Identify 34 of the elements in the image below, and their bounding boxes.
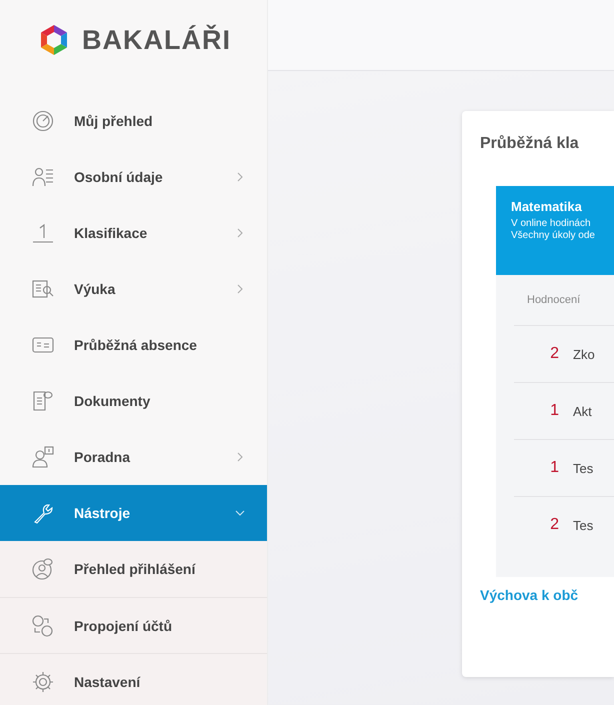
nav-item[interactable]: Poradna [0, 429, 267, 485]
grade-description: Tes [573, 518, 594, 532]
wrench-icon [32, 502, 54, 524]
nav-item[interactable]: Nastavení [0, 653, 267, 705]
book-search-icon [32, 278, 54, 300]
nav-item[interactable]: Nástroje [0, 485, 267, 541]
digit-icon [32, 222, 54, 244]
person-list-icon [32, 166, 54, 188]
card-title: Průběžná kla [480, 135, 580, 153]
nav-item[interactable]: Výuka [0, 261, 267, 317]
nav-item[interactable]: Klasifikace [0, 205, 267, 261]
nav-item[interactable]: Propojení účtů [0, 597, 267, 653]
target-icon [32, 110, 54, 132]
grade: 1 [549, 402, 559, 420]
nav-item[interactable]: Osobní údaje [0, 149, 267, 205]
grade: 1 [549, 459, 559, 477]
grade: 2 [549, 345, 559, 363]
nav-item[interactable]: Můj přehled [0, 93, 267, 149]
document-icon [32, 390, 54, 412]
column-header: Hodnocení [514, 275, 614, 326]
subject-note: V online hodinách [511, 218, 592, 230]
grade: 2 [549, 516, 559, 534]
subject-note: Všechny úkoly ode [511, 230, 596, 242]
nav-item[interactable]: Dokumenty [0, 373, 267, 429]
grade-description: Akt [573, 404, 592, 418]
logo-icon [38, 23, 70, 57]
grade-description: Tes [573, 460, 594, 476]
logo-text: BAKALÁŘI [82, 24, 231, 57]
nav-item[interactable]: Přehled přihlášení [0, 541, 267, 597]
person-info-icon [32, 446, 54, 468]
nav-item[interactable]: Průběžná absence [0, 317, 267, 373]
grade-description: Zko [573, 346, 595, 362]
gear-icon [32, 670, 54, 692]
subject-name: Matematika [511, 199, 583, 214]
